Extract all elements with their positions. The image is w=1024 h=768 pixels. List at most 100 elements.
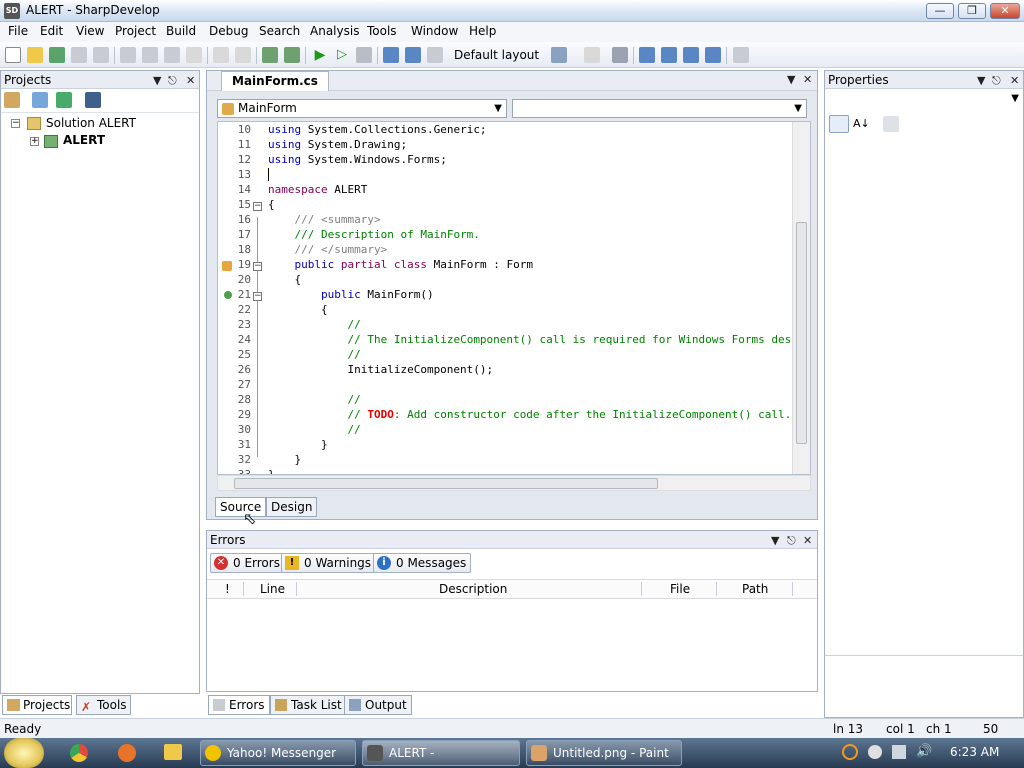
cut-icon[interactable] [120, 47, 136, 63]
refresh-icon[interactable] [56, 92, 72, 108]
pad-menu-icon[interactable]: ▼ [977, 72, 985, 90]
pad-menu-icon[interactable]: ▼ [771, 532, 779, 550]
delete-icon[interactable] [186, 47, 202, 63]
close-button[interactable]: ✕ [990, 3, 1020, 19]
search-icon[interactable] [733, 47, 749, 63]
chrome-icon[interactable] [70, 744, 88, 762]
pin-icon[interactable]: ⎋ [787, 532, 796, 550]
volume-icon[interactable]: 🔊 [916, 744, 932, 759]
doc-close-icon[interactable]: ✕ [803, 73, 812, 86]
menu-build[interactable]: Build [166, 24, 196, 38]
solution-node[interactable]: Solution ALERT [46, 116, 136, 130]
menu-search[interactable]: Search [259, 24, 300, 38]
warnings-filter-button[interactable]: ! 0 Warnings [281, 553, 377, 573]
code-editor[interactable]: − − − 10 using System.Collections.Generic… [217, 121, 811, 475]
pad-menu-icon[interactable]: ▼ [153, 72, 161, 90]
menu-window[interactable]: Window [411, 24, 458, 38]
pin-icon[interactable]: ⎋ [168, 72, 177, 90]
member-dropdown[interactable]: ▼ [512, 99, 807, 118]
menu-edit[interactable]: Edit [40, 24, 63, 38]
col-line[interactable]: Line [260, 582, 285, 596]
class-dropdown[interactable]: MainForm ▼ [217, 99, 507, 118]
errors-filter-button[interactable]: ✕ 0 Errors [210, 553, 285, 573]
horizontal-scrollbar[interactable] [217, 475, 811, 491]
menu-project[interactable]: Project [115, 24, 156, 38]
menu-help[interactable]: Help [469, 24, 496, 38]
menu-analysis[interactable]: Analysis [310, 24, 359, 38]
clear-bookmarks-icon[interactable] [705, 47, 721, 63]
col-severity[interactable]: ! [225, 582, 230, 596]
tree-collapse-icon[interactable]: − [11, 119, 20, 128]
property-pages-icon[interactable] [883, 116, 899, 132]
open-icon[interactable] [27, 47, 43, 63]
save-icon[interactable] [71, 47, 87, 63]
object-selector[interactable]: ▼ [825, 89, 1023, 111]
show-all-files-icon[interactable] [85, 92, 101, 108]
run-icon[interactable]: ▶ [312, 47, 328, 63]
col-description[interactable]: Description [439, 582, 507, 596]
undo-icon[interactable] [213, 47, 229, 63]
step-into-icon[interactable] [405, 47, 421, 63]
comment-icon[interactable] [639, 47, 655, 63]
search-tray-icon[interactable] [842, 744, 858, 760]
pad-close-icon[interactable]: ✕ [803, 532, 812, 550]
pin-icon[interactable]: ⎋ [992, 72, 1001, 90]
print-icon[interactable] [93, 47, 109, 63]
properties-icon[interactable] [4, 92, 20, 108]
toggle-bookmark-icon[interactable] [683, 47, 699, 63]
taskbar-item-yahoo[interactable]: Yahoo! Messenger [200, 740, 356, 766]
step-over-icon[interactable] [383, 47, 399, 63]
network-tray-icon[interactable] [868, 745, 882, 759]
new-file-icon[interactable] [5, 47, 21, 63]
layout-dropdown[interactable]: Default layout ▾ [450, 46, 542, 80]
display-tray-icon[interactable] [892, 745, 906, 759]
taskbar-item-paint[interactable]: Untitled.png - Paint [526, 740, 682, 766]
redo-icon[interactable] [235, 47, 251, 63]
tree-expand-icon[interactable]: + [30, 137, 39, 146]
taskbar-item-sharpdevelop[interactable]: ALERT - SharpDevelop [362, 740, 520, 766]
menu-debug[interactable]: Debug [209, 24, 248, 38]
categorized-icon[interactable] [829, 115, 849, 133]
collapse-all-icon[interactable] [32, 92, 48, 108]
bookmark-icon[interactable] [584, 47, 600, 63]
start-button[interactable] [4, 738, 44, 768]
step-out-icon[interactable] [427, 47, 443, 63]
vertical-scroll-thumb[interactable] [796, 222, 807, 444]
folder-icon[interactable] [164, 744, 182, 760]
paste-icon[interactable] [164, 47, 180, 63]
doc-menu-icon[interactable]: ▼ [787, 73, 795, 86]
menu-tools[interactable]: Tools [367, 24, 397, 38]
maximize-button[interactable]: ❐ [958, 3, 986, 19]
tab-task-list[interactable]: Task List [270, 695, 347, 715]
tab-design[interactable]: Design [266, 497, 318, 517]
tab-source[interactable]: Source [215, 497, 267, 517]
tab-projects[interactable]: Projects [2, 695, 72, 715]
indent-icon[interactable] [612, 47, 628, 63]
tab-output[interactable]: Output [344, 695, 412, 715]
vertical-scrollbar[interactable] [792, 122, 810, 474]
tab-errors[interactable]: Errors [208, 695, 270, 715]
sort-alpha-icon[interactable]: A↓ [853, 116, 870, 132]
firefox-icon[interactable] [118, 744, 136, 762]
col-path[interactable]: Path [742, 582, 768, 596]
uncomment-icon[interactable] [661, 47, 677, 63]
find-icon[interactable] [551, 47, 567, 63]
minimize-button[interactable]: — [926, 3, 954, 19]
col-file[interactable]: File [670, 582, 690, 596]
stop-icon[interactable] [356, 47, 372, 63]
run-without-debug-icon[interactable]: ▷ [334, 47, 350, 63]
clock[interactable]: 6:23 AM [950, 745, 999, 759]
tab-mainform-cs[interactable]: MainForm.cs [221, 71, 329, 91]
project-node[interactable]: ALERT [63, 133, 105, 147]
build-icon[interactable] [262, 47, 278, 63]
rebuild-icon[interactable] [284, 47, 300, 63]
pad-close-icon[interactable]: ✕ [1010, 72, 1019, 90]
copy-icon[interactable] [142, 47, 158, 63]
pad-close-icon[interactable]: ✕ [186, 72, 195, 90]
messages-filter-button[interactable]: i 0 Messages [373, 553, 472, 573]
menu-file[interactable]: File [8, 24, 28, 38]
menu-view[interactable]: View [76, 24, 104, 38]
save-all-icon[interactable] [49, 47, 65, 63]
horizontal-scroll-thumb[interactable] [234, 478, 658, 489]
tab-tools[interactable]: ✗ Tools [76, 695, 131, 715]
